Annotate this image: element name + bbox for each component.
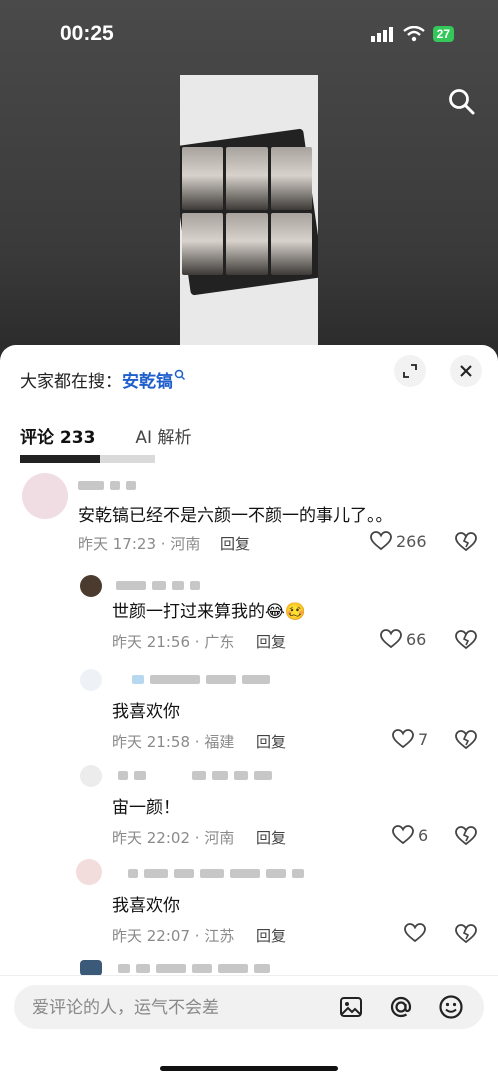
hot-search[interactable]: 大家都在搜：安乾镐: [20, 367, 186, 392]
like-button[interactable]: [404, 923, 430, 943]
expand-icon: [403, 364, 417, 378]
tab-ai-analysis[interactable]: AI 解析: [135, 423, 191, 448]
avatar[interactable]: [22, 473, 68, 519]
comment-location: 江苏: [204, 927, 235, 945]
like-button[interactable]: 6: [392, 825, 428, 845]
dislike-button[interactable]: [455, 924, 477, 948]
broken-heart-icon: [455, 924, 477, 944]
comment-meta: 昨天 21:58 · 福建: [112, 733, 235, 751]
username[interactable]: [128, 869, 304, 879]
comment-meta: 昨天 17:23 · 河南: [78, 535, 201, 553]
comment-time: 昨天 21:56: [112, 633, 190, 651]
emoji-button[interactable]: [436, 992, 466, 1022]
like-count: 66: [406, 629, 427, 649]
reply-button[interactable]: 回复: [220, 533, 250, 554]
photo-tile: [226, 147, 268, 210]
reply-button[interactable]: 回复: [256, 631, 286, 652]
cellular-signal-icon: [370, 27, 393, 42]
comment-input-bar: [0, 975, 498, 1081]
heart-icon: [380, 629, 402, 649]
avatar[interactable]: [76, 859, 102, 885]
like-count: 6: [418, 825, 429, 845]
dislike-button[interactable]: [455, 630, 477, 654]
avatar[interactable]: [80, 575, 102, 597]
tab-bar: 评论 233 AI 解析: [20, 423, 191, 448]
comment-text: 我喜欢你: [112, 702, 180, 722]
comment-input[interactable]: [30, 985, 324, 1031]
dislike-button[interactable]: [455, 532, 477, 556]
search-icon[interactable]: [448, 88, 476, 120]
photo-grid: [182, 147, 312, 275]
home-indicator: [160, 1066, 338, 1071]
comment-meta: 昨天 22:02 · 河南: [112, 829, 235, 847]
close-icon: [460, 365, 472, 377]
reply-button[interactable]: 回复: [256, 731, 286, 752]
tab-indicator: [20, 455, 100, 463]
search-small-icon: [174, 369, 186, 381]
comment-time: 昨天 21:58: [112, 733, 190, 751]
dislike-button[interactable]: [455, 730, 477, 754]
avatar[interactable]: [80, 960, 102, 976]
like-count: 7: [418, 729, 429, 749]
comment-location: 福建: [204, 733, 235, 751]
like-button[interactable]: 7: [392, 729, 428, 749]
broken-heart-icon: [455, 532, 477, 552]
heart-icon: [370, 531, 392, 551]
mention-button[interactable]: [386, 992, 416, 1022]
comment-meta: 昨天 21:56 · 广东: [112, 633, 235, 651]
heart-icon: [392, 825, 414, 845]
wifi-icon: [402, 26, 425, 42]
tab-comments[interactable]: 评论 233: [20, 423, 95, 448]
username[interactable]: [78, 481, 136, 491]
comment-location: 河南: [204, 829, 235, 847]
username[interactable]: [132, 675, 270, 685]
image-button[interactable]: [336, 992, 366, 1022]
dislike-button[interactable]: [455, 826, 477, 850]
like-button[interactable]: 66: [380, 629, 426, 649]
like-count: 266: [396, 531, 427, 551]
photo-tile: [226, 212, 268, 275]
tab-indicator-track: [100, 455, 155, 463]
comment-text: 世颜一打过来算我的😂🥴: [112, 602, 307, 622]
username[interactable]: [116, 581, 200, 591]
broken-heart-icon: [455, 730, 477, 750]
comment-time: 昨天 22:07: [112, 927, 190, 945]
photo-tile: [182, 212, 224, 275]
comment-time: 昨天 22:02: [112, 829, 190, 847]
comment-location: 河南: [170, 535, 201, 553]
hot-search-keyword[interactable]: 安乾镐: [122, 372, 173, 392]
at-icon: [390, 996, 412, 1018]
photo-tile: [182, 147, 224, 210]
reply-button[interactable]: 回复: [256, 827, 286, 848]
video-preview[interactable]: [180, 75, 318, 350]
reply-button[interactable]: 回复: [256, 925, 286, 946]
comment-text: 我喜欢你: [112, 896, 180, 916]
close-button[interactable]: [450, 355, 482, 387]
broken-heart-icon: [455, 630, 477, 650]
comment-time: 昨天 17:23: [78, 535, 156, 553]
status-time: 00:25: [60, 22, 114, 45]
avatar[interactable]: [80, 765, 102, 787]
comment-text: 安乾镐已经不是六颜一不颜一的事儿了。。: [78, 506, 393, 526]
heart-icon: [392, 729, 414, 749]
avatar[interactable]: [80, 669, 102, 691]
broken-heart-icon: [455, 826, 477, 846]
status-icons: 27: [370, 26, 454, 42]
heart-icon: [404, 923, 426, 943]
like-button[interactable]: 266: [370, 531, 427, 551]
emoji-icon: [439, 995, 463, 1019]
comment-location: 广东: [204, 633, 235, 651]
expand-button[interactable]: [394, 355, 426, 387]
battery-indicator: 27: [432, 26, 454, 42]
hot-search-prefix: 大家都在搜：: [20, 372, 122, 392]
username[interactable]: [118, 771, 272, 781]
photo-tile: [270, 212, 312, 275]
comment-sheet: 大家都在搜：安乾镐 评论 233 AI 解析 安乾镐已经不是六颜一不颜一的事儿了…: [0, 345, 498, 1080]
comment-text: 宙一颜！: [112, 798, 180, 818]
username[interactable]: [118, 964, 270, 974]
image-icon: [340, 997, 362, 1017]
comment-meta: 昨天 22:07 · 江苏: [112, 927, 235, 945]
comment-input-box[interactable]: [14, 985, 484, 1031]
photo-tile: [270, 147, 312, 210]
